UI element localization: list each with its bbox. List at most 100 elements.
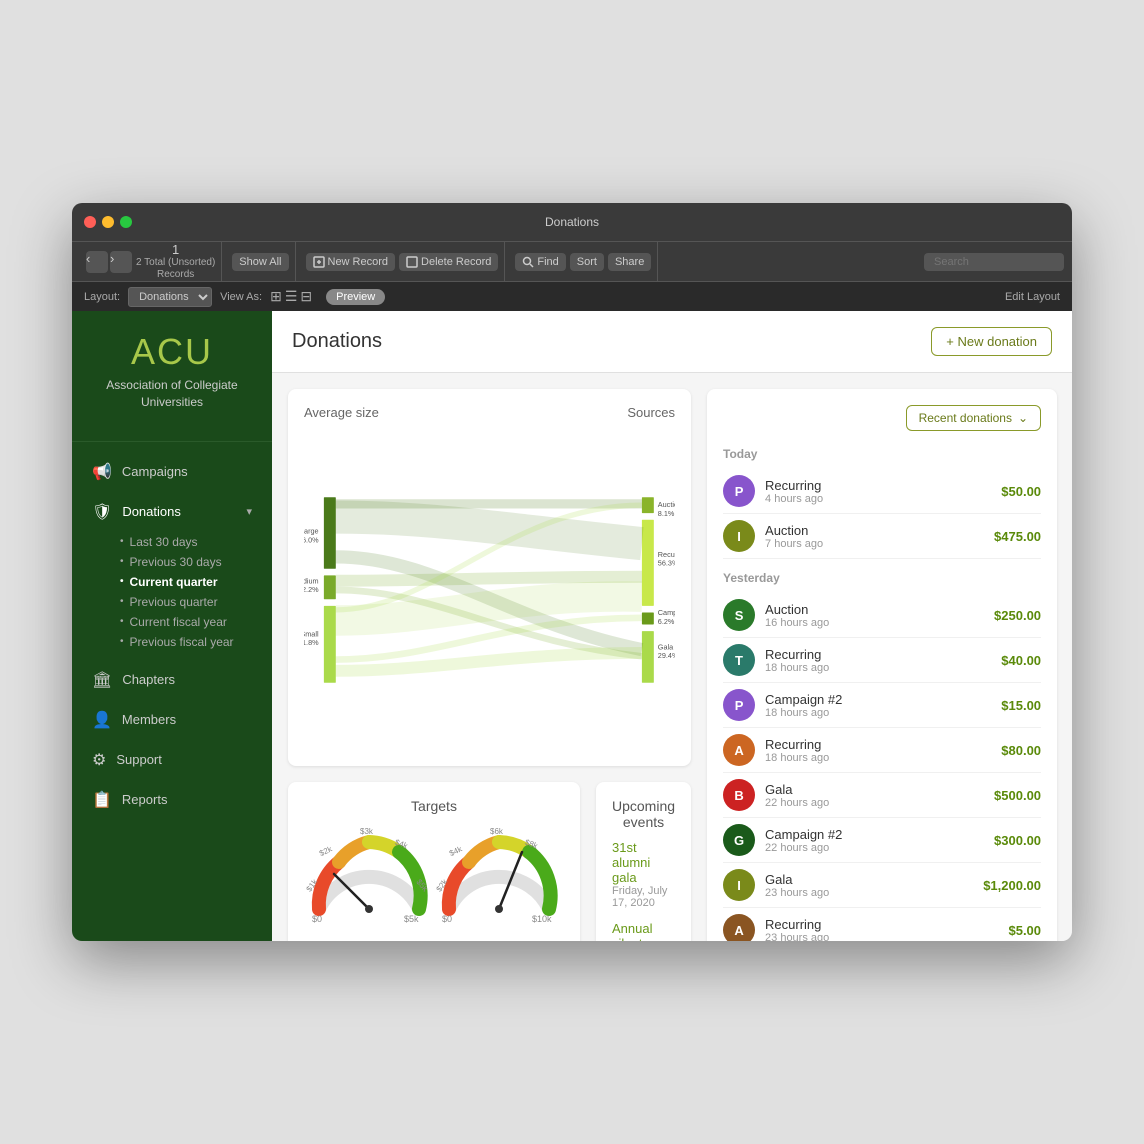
sankey-svg: Large 36.0% Medium 12.2% Small 51.8% Auc… [304, 430, 675, 750]
donation-row-1[interactable]: I Auction 7 hours ago $475.00 [723, 514, 1041, 559]
sidebar-item-campaigns[interactable]: 📢 Campaigns [72, 452, 272, 492]
sidebar-item-chapters[interactable]: 🏛 Chapters [72, 660, 272, 700]
donation-row-9[interactable]: A Recurring 23 hours ago $5.00 [723, 908, 1041, 941]
logo-text: ACU [92, 331, 252, 373]
submenu-current-quarter[interactable]: Current quarter [120, 572, 252, 592]
org-name: Association of Collegiate Universities [92, 377, 252, 411]
donation-row-0[interactable]: P Recurring 4 hours ago $50.00 [723, 469, 1041, 514]
nav-buttons: ‹ › [86, 251, 132, 273]
submenu-last30[interactable]: Last 30 days [120, 532, 252, 552]
sankey-chart: Large 36.0% Medium 12.2% Small 51.8% Auc… [304, 430, 675, 750]
targets-title: Targets [304, 798, 564, 814]
donations-submenu: Last 30 days Previous 30 days Current qu… [72, 532, 272, 652]
page-title: Donations [292, 330, 382, 353]
titlebar: Donations [72, 203, 1072, 241]
shield-icon: 🛡 [92, 502, 112, 522]
view-list-btn[interactable]: ☰ [285, 288, 298, 305]
sort-btn[interactable]: Sort [570, 253, 604, 271]
sankey-header: Average size Sources [304, 405, 675, 420]
left-column: Average size Sources [288, 389, 691, 941]
building-icon: 🏛 [92, 670, 112, 690]
view-table-btn[interactable]: ⊟ [300, 288, 312, 305]
donation-amount-4: $15.00 [1001, 698, 1041, 713]
sidebar-item-label: Support [116, 752, 162, 767]
nav-group: ‹ › 1 2 Total (Unsorted) Records [80, 242, 222, 281]
donation-type-4: Campaign #2 [765, 692, 991, 707]
donation-amount-1: $475.00 [994, 529, 1041, 544]
view-form-btn[interactable]: ⊞ [270, 288, 282, 305]
window-title: Donations [545, 215, 599, 229]
targets-card: Targets [288, 782, 580, 941]
sidebar-item-support[interactable]: ⚙ Support [72, 740, 272, 780]
donation-row-7[interactable]: G Campaign #2 22 hours ago $300.00 [723, 818, 1041, 863]
donation-time-0: 4 hours ago [765, 493, 991, 505]
event-name-0[interactable]: 31st alumni gala [612, 840, 675, 885]
svg-text:$3k: $3k [360, 827, 374, 836]
avatar-2: S [723, 599, 755, 631]
sidebar-item-label: Chapters [122, 672, 175, 687]
close-btn[interactable] [84, 216, 96, 228]
fullscreen-btn[interactable] [120, 216, 132, 228]
donation-amount-0: $50.00 [1001, 484, 1041, 499]
donation-info-3: Recurring 18 hours ago [765, 647, 991, 674]
svg-text:$2k: $2k [318, 844, 334, 858]
donation-type-8: Gala [765, 872, 973, 887]
layout-select[interactable]: Donations [128, 287, 212, 307]
event-item-1: Annual silent auction Wednesday, August … [612, 921, 675, 941]
svg-text:6.2%: 6.2% [658, 617, 675, 626]
sidebar-item-label: Donations [122, 504, 181, 519]
event-date-0: Friday, July 17, 2020 [612, 885, 675, 909]
donation-row-8[interactable]: I Gala 23 hours ago $1,200.00 [723, 863, 1041, 908]
delete-record-btn[interactable]: Delete Record [399, 253, 498, 271]
yesterday-section-label: Yesterday [723, 571, 1041, 585]
preview-btn[interactable]: Preview [326, 289, 385, 305]
sidebar-item-reports[interactable]: 📋 Reports [72, 780, 272, 820]
search-input[interactable] [924, 253, 1064, 271]
donation-row-4[interactable]: P Campaign #2 18 hours ago $15.00 [723, 683, 1041, 728]
events-list: 31st alumni gala Friday, July 17, 2020 A… [612, 840, 675, 941]
edit-layout-btn[interactable]: Edit Layout [1005, 291, 1060, 303]
svg-text:$0: $0 [442, 914, 452, 924]
donation-time-4: 18 hours ago [765, 707, 991, 719]
minimize-btn[interactable] [102, 216, 114, 228]
donation-amount-7: $300.00 [994, 833, 1041, 848]
sidebar: ACU Association of Collegiate Universiti… [72, 311, 272, 941]
svg-text:Small: Small [304, 629, 319, 638]
svg-text:$6k: $6k [490, 827, 504, 836]
donation-row-6[interactable]: B Gala 22 hours ago $500.00 [723, 773, 1041, 818]
recent-dropdown-label: Recent donations [919, 411, 1012, 425]
sidebar-item-members[interactable]: 👤 Members [72, 700, 272, 740]
svg-text:$4k: $4k [448, 844, 464, 858]
donation-info-1: Auction 7 hours ago [765, 523, 984, 550]
event-name-1[interactable]: Annual silent auction [612, 921, 675, 941]
nav-next-btn[interactable]: › [110, 251, 132, 273]
avatar-9: A [723, 914, 755, 941]
new-record-btn[interactable]: New Record [306, 253, 396, 271]
donation-type-2: Auction [765, 602, 984, 617]
submenu-prev30[interactable]: Previous 30 days [120, 552, 252, 572]
svg-text:56.3%: 56.3% [658, 558, 675, 567]
svg-text:$5k: $5k [404, 914, 419, 924]
donation-amount-9: $5.00 [1008, 923, 1041, 938]
donation-row-3[interactable]: T Recurring 18 hours ago $40.00 [723, 638, 1041, 683]
new-donation-btn[interactable]: + New donation [931, 327, 1052, 356]
recent-dropdown-btn[interactable]: Recent donations ⌄ [906, 405, 1041, 431]
share-btn[interactable]: Share [608, 253, 651, 271]
donation-row-2[interactable]: S Auction 16 hours ago $250.00 [723, 593, 1041, 638]
avatar-7: G [723, 824, 755, 856]
donation-time-2: 16 hours ago [765, 617, 984, 629]
show-all-btn[interactable]: Show All [232, 253, 288, 271]
submenu-prev-fiscal[interactable]: Previous fiscal year [120, 632, 252, 652]
submenu-prev-quarter[interactable]: Previous quarter [120, 592, 252, 612]
donation-time-6: 22 hours ago [765, 797, 984, 809]
sidebar-item-donations[interactable]: 🛡 Donations ▾ [72, 492, 272, 532]
submenu-current-fiscal[interactable]: Current fiscal year [120, 612, 252, 632]
find-btn[interactable]: Find [515, 253, 565, 271]
gauge-1-svg: $0 $5k $1k $2k $3k $4k $5k [304, 824, 434, 924]
record-number: 1 [136, 242, 215, 258]
donation-row-5[interactable]: A Recurring 18 hours ago $80.00 [723, 728, 1041, 773]
avatar-6: B [723, 779, 755, 811]
nav-prev-btn[interactable]: ‹ [86, 251, 108, 273]
records-label: Records [136, 269, 215, 281]
share-label: Share [615, 256, 644, 268]
